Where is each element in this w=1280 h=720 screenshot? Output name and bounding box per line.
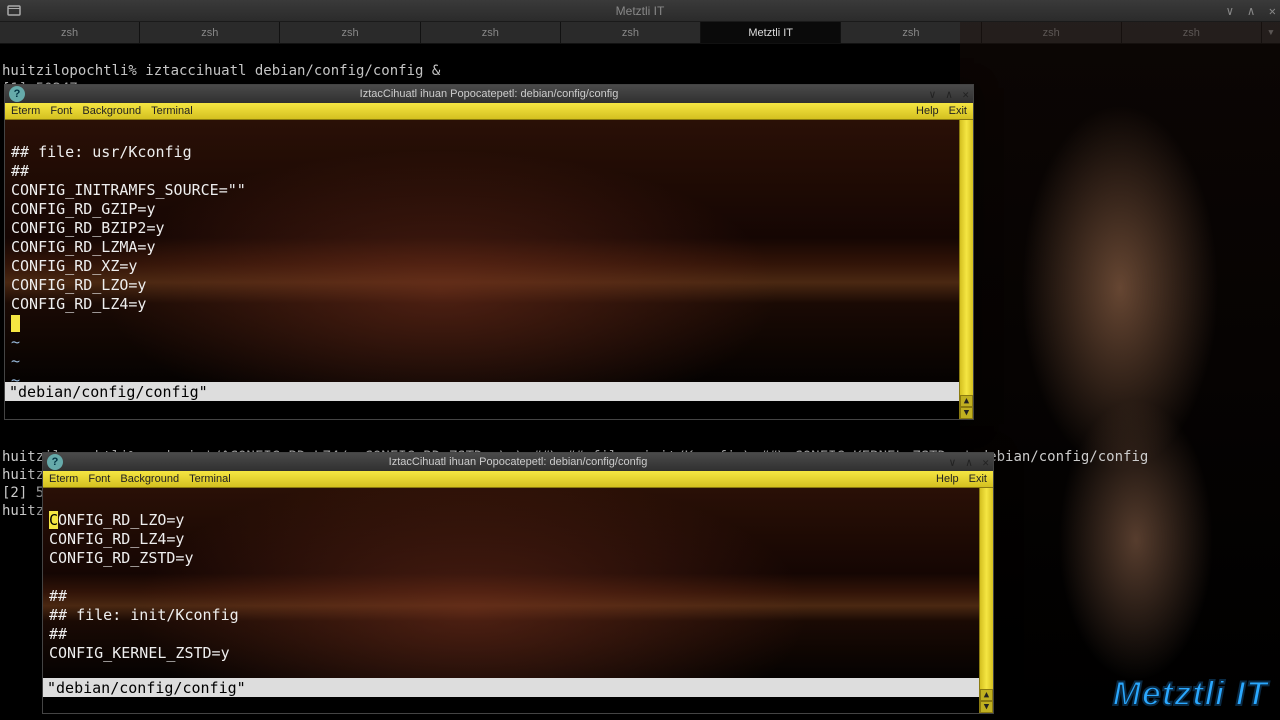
menu-terminal[interactable]: Terminal <box>189 473 231 485</box>
menu-help[interactable]: Help <box>916 105 939 117</box>
menu-background[interactable]: Background <box>82 105 141 117</box>
desktop-background-figure <box>960 0 1280 720</box>
vim-tilde: ~ <box>11 352 20 370</box>
eterm-body[interactable]: ## file: usr/Kconfig ## CONFIG_INITRAMFS… <box>5 120 973 382</box>
menu-font[interactable]: Font <box>50 105 72 117</box>
config-line: ## <box>49 625 67 643</box>
shell-line: [2] 5 <box>2 485 44 501</box>
maximize-button[interactable]: ∧ <box>946 88 953 101</box>
menu-terminal[interactable]: Terminal <box>151 105 193 117</box>
tab-zsh[interactable]: zsh <box>982 22 1122 43</box>
scroll-down-icon[interactable]: ▼ <box>960 407 973 419</box>
close-button[interactable]: ✕ <box>1269 4 1276 18</box>
tab-active[interactable]: Metztli IT <box>701 22 841 43</box>
tab-zsh[interactable]: zsh <box>561 22 701 43</box>
eterm-menubar: Eterm Font Background Terminal Help Exit <box>43 471 993 488</box>
menu-font[interactable]: Font <box>88 473 110 485</box>
help-icon[interactable]: ? <box>9 86 25 102</box>
menu-eterm[interactable]: Eterm <box>11 105 40 117</box>
config-line: CONFIG_RD_LZ4=y <box>49 530 184 548</box>
eterm-body[interactable]: CONFIG_RD_LZO=y CONFIG_RD_LZ4=y CONFIG_R… <box>43 488 993 678</box>
menu-exit[interactable]: Exit <box>949 105 967 117</box>
eterm-statusbar: "debian/config/config" <box>43 678 993 697</box>
eterm-title: IztacCihuatl ihuan Popocatepetl: debian/… <box>389 456 648 468</box>
eterm-statusbar: "debian/config/config" <box>5 382 973 401</box>
config-line: ONFIG_RD_LZO=y <box>58 511 184 529</box>
tab-zsh[interactable]: zsh <box>140 22 280 43</box>
config-line: CONFIG_RD_BZIP2=y <box>11 219 165 237</box>
tab-zsh[interactable]: zsh <box>1122 22 1262 43</box>
minimize-button[interactable]: ∨ <box>929 88 936 101</box>
config-line: CONFIG_RD_ZSTD=y <box>49 549 194 567</box>
scroll-down-icon[interactable]: ▼ <box>980 701 993 713</box>
main-window-titlebar: Metztli IT ∨ ∧ ✕ <box>0 0 1280 22</box>
scrollbar[interactable]: ▲ ▼ <box>979 488 993 713</box>
config-line: CONFIG_RD_GZIP=y <box>11 200 156 218</box>
cursor <box>11 315 20 332</box>
eterm-menubar: Eterm Font Background Terminal Help Exit <box>5 103 973 120</box>
config-line: ## file: usr/Kconfig <box>11 143 192 161</box>
tab-strip: zsh zsh zsh zsh zsh Metztli IT zsh zsh z… <box>0 22 1280 44</box>
tab-zsh[interactable]: zsh <box>280 22 420 43</box>
eterm-window-1: ? IztacCihuatl ihuan Popocatepetl: debia… <box>4 84 974 420</box>
close-button[interactable]: ✕ <box>982 456 989 469</box>
eterm-titlebar[interactable]: ? IztacCihuatl ihuan Popocatepetl: debia… <box>43 453 993 471</box>
vim-tilde: ~ <box>11 333 20 351</box>
minimize-button[interactable]: ∨ <box>1226 4 1233 18</box>
shell-line: huitz <box>2 503 44 519</box>
config-line: CONFIG_RD_XZ=y <box>11 257 137 275</box>
scroll-up-icon[interactable]: ▲ <box>960 395 973 407</box>
config-line: ## <box>49 587 67 605</box>
tab-zsh[interactable]: zsh <box>841 22 981 43</box>
help-icon[interactable]: ? <box>47 454 63 470</box>
watermark-text: Metztli IT <box>1113 675 1268 714</box>
tab-zsh[interactable]: zsh <box>0 22 140 43</box>
app-icon <box>4 1 24 21</box>
config-line: CONFIG_RD_LZMA=y <box>11 238 156 256</box>
scroll-up-icon[interactable]: ▲ <box>980 689 993 701</box>
vim-tilde: ~ <box>11 371 20 382</box>
eterm-window-2: ? IztacCihuatl ihuan Popocatepetl: debia… <box>42 452 994 714</box>
menu-background[interactable]: Background <box>120 473 179 485</box>
maximize-button[interactable]: ∧ <box>1248 4 1255 18</box>
tab-overflow-button[interactable]: ▾ <box>1262 22 1280 43</box>
config-line: ## <box>11 162 29 180</box>
config-line: ## file: init/Kconfig <box>49 606 239 624</box>
menu-help[interactable]: Help <box>936 473 959 485</box>
maximize-button[interactable]: ∧ <box>966 456 973 469</box>
eterm-titlebar[interactable]: ? IztacCihuatl ihuan Popocatepetl: debia… <box>5 85 973 103</box>
scrollbar[interactable]: ▲ ▼ <box>959 120 973 419</box>
cursor-char: C <box>49 511 58 529</box>
close-button[interactable]: ✕ <box>962 88 969 101</box>
main-window-title: Metztli IT <box>616 4 665 18</box>
menu-eterm[interactable]: Eterm <box>49 473 78 485</box>
config-line: CONFIG_KERNEL_ZSTD=y <box>49 644 230 662</box>
config-line: CONFIG_RD_LZ4=y <box>11 295 146 313</box>
shell-line: huitzilopochtli% iztaccihuatl debian/con… <box>2 63 440 79</box>
config-line: CONFIG_RD_LZO=y <box>11 276 146 294</box>
menu-exit[interactable]: Exit <box>969 473 987 485</box>
minimize-button[interactable]: ∨ <box>949 456 956 469</box>
tab-zsh[interactable]: zsh <box>421 22 561 43</box>
eterm-title: IztacCihuatl ihuan Popocatepetl: debian/… <box>360 88 619 100</box>
config-line: CONFIG_INITRAMFS_SOURCE="" <box>11 181 246 199</box>
